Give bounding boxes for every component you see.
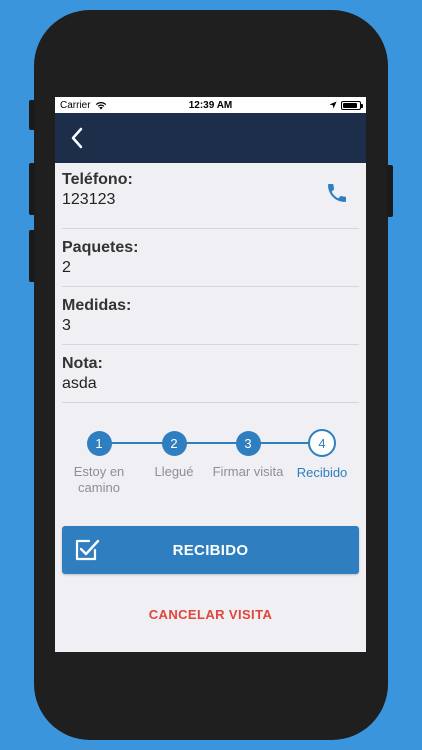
volume-up-button: [29, 163, 35, 215]
step-firmar-visita[interactable]: 3 Firmar visita: [208, 431, 288, 480]
recibido-button[interactable]: RECIBIDO: [62, 526, 359, 574]
step-recibido[interactable]: 4 Recibido: [282, 429, 362, 481]
recibido-button-label: RECIBIDO: [172, 541, 249, 559]
battery-icon: [341, 100, 363, 110]
field-paquetes: Paquetes: 2: [62, 229, 359, 287]
field-value: 3: [62, 317, 71, 334]
step-number: 3: [235, 431, 261, 456]
step-number: 2: [161, 431, 187, 456]
location-arrow-icon: [329, 101, 337, 109]
visit-details: Teléfono: 123123 Paquetes: 2 Medidas: 3 …: [55, 163, 366, 531]
step-label: Recibido: [296, 465, 348, 480]
step-label: Firmar visita: [212, 464, 284, 479]
field-medidas: Medidas: 3: [62, 287, 359, 345]
phone-icon[interactable]: [325, 181, 349, 205]
nav-bar: [55, 113, 366, 163]
field-value: 2: [62, 259, 71, 276]
volume-down-button: [29, 230, 35, 282]
step-number: 4: [308, 429, 336, 457]
app-screen: Carrier 12:39 AM Teléfono: 1 2 3123 Paquet…: [55, 97, 366, 652]
progress-stepper: 1 Estoy en camino 2 Llegué 3 Firmar visi…: [62, 421, 359, 531]
step-llegue[interactable]: 2 Llegué: [134, 431, 214, 480]
battery-level: [343, 102, 358, 108]
back-button[interactable]: [65, 123, 89, 153]
field-label: Medidas:: [62, 297, 132, 314]
step-label: Estoy en camino: [73, 464, 125, 495]
chevron-left-icon: [71, 127, 83, 149]
power-button: [387, 165, 393, 217]
field-nota: Nota: asda: [62, 345, 359, 403]
field-value: 123123: [62, 191, 116, 208]
field-telefono: Teléfono: 123123: [62, 163, 359, 229]
step-estoy-en-camino[interactable]: 1 Estoy en camino: [59, 431, 139, 496]
cancel-visit-button[interactable]: CANCELAR VISITA: [55, 607, 366, 622]
field-label: Teléfono:: [62, 171, 133, 188]
checkbox-icon: [75, 539, 100, 561]
field-label: Paquetes:: [62, 239, 139, 256]
carrier-label: Carrier: [60, 99, 91, 111]
step-number: 1: [86, 431, 112, 456]
mute-switch: [29, 100, 35, 130]
status-bar: Carrier 12:39 AM: [55, 97, 366, 113]
field-value: asda: [62, 375, 97, 392]
field-label: Nota:: [62, 355, 103, 372]
step-label: Llegué: [154, 464, 194, 479]
wifi-icon: [95, 101, 106, 109]
